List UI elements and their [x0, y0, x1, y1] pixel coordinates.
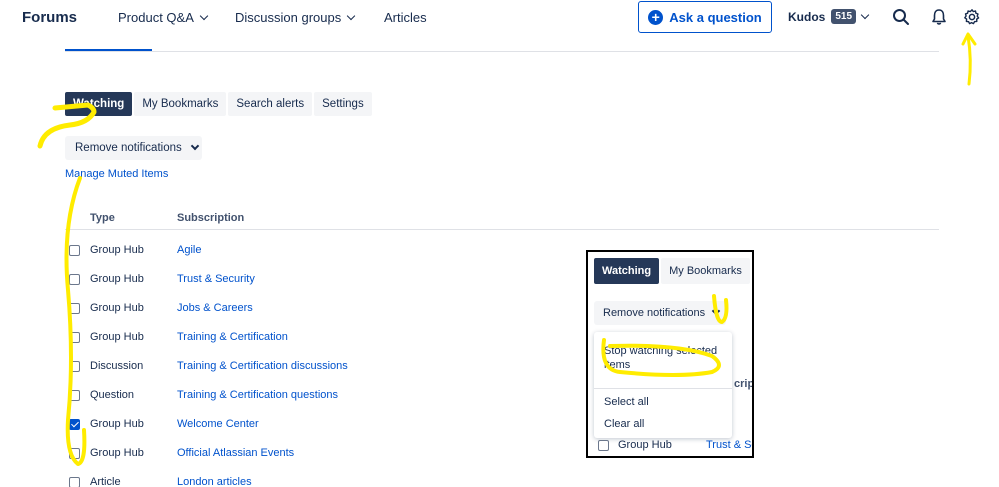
remove-notifications-dropdown[interactable]: Remove notifications	[65, 136, 202, 160]
gear-icon[interactable]	[963, 8, 981, 26]
row-checkbox[interactable]	[69, 303, 80, 314]
row-type: Group Hub	[90, 331, 144, 343]
table-row: Group Hub Agile	[65, 242, 565, 262]
row-subscription-link[interactable]: Training & Certification questions	[177, 389, 338, 401]
nav-discussion-groups-label: Discussion groups	[235, 10, 342, 25]
table-row: Discussion Training & Certification discu…	[65, 358, 565, 378]
menu-stop-watching-line2: items	[604, 359, 631, 371]
row-type: Group Hub	[90, 418, 144, 430]
inset-tab-my-bookmarks[interactable]: My Bookmarks	[661, 258, 750, 284]
plus-icon: +	[648, 9, 664, 25]
column-header-type: Type	[90, 212, 115, 224]
row-subscription-link[interactable]: London articles	[177, 476, 252, 487]
inset-row-subscription-link[interactable]: Trust & Se	[706, 439, 752, 451]
chevron-down-icon	[711, 306, 721, 316]
nav-product-qa-label: Product Q&A	[118, 10, 194, 25]
tab-my-bookmarks[interactable]: My Bookmarks	[134, 92, 227, 116]
kudos-label: Kudos	[788, 9, 826, 24]
search-icon[interactable]	[892, 8, 910, 26]
header-divider	[65, 51, 939, 52]
row-checkbox[interactable]	[69, 361, 80, 372]
bell-icon[interactable]	[930, 8, 948, 26]
row-subscription-link[interactable]: Agile	[177, 244, 201, 256]
menu-divider	[594, 388, 732, 389]
row-type: Article	[90, 476, 121, 487]
row-type: Group Hub	[90, 447, 144, 459]
row-checkbox[interactable]	[69, 245, 80, 256]
row-subscription-link[interactable]: Training & Certification discussions	[177, 360, 348, 372]
inset-table-row: Group Hub Trust & Se	[596, 438, 752, 454]
table-row: Group Hub Jobs & Careers	[65, 300, 565, 320]
table-row: Group Hub Trust & Security	[65, 271, 565, 291]
inset-partial-header: cript	[734, 378, 754, 390]
row-type: Question	[90, 389, 135, 401]
menu-clear-all[interactable]: Clear all	[604, 417, 644, 431]
table-row: Article London articles	[65, 474, 565, 487]
manage-muted-items-link[interactable]: Manage Muted Items	[65, 168, 168, 180]
row-checkbox[interactable]	[69, 419, 80, 430]
row-type: Discussion	[90, 360, 144, 372]
inset-row-type: Group Hub	[618, 439, 672, 451]
remove-notifications-menu: Stop watching selected items Select all …	[594, 332, 732, 438]
ask-question-label: Ask a question	[669, 9, 762, 25]
tab-search-alerts[interactable]: Search alerts	[228, 92, 313, 116]
table-row: Group Hub Welcome Center	[65, 416, 565, 436]
inset-dropdown-screenshot: Watching My Bookmarks Remove notificatio…	[586, 250, 754, 458]
row-type: Group Hub	[90, 273, 144, 285]
column-header-subscription: Subscription	[177, 212, 245, 224]
table-row: Group Hub Official Atlassian Events	[65, 445, 565, 465]
inset-row-checkbox[interactable]	[598, 440, 609, 451]
top-navigation: Forums Product Q&A Discussion groups Art…	[0, 0, 999, 36]
table-row: Group Hub Training & Certification	[65, 329, 565, 349]
chevron-down-icon	[346, 11, 356, 21]
table-row: Question Training & Certification questio…	[65, 387, 565, 407]
subscription-tabs: Watching My Bookmarks Search alerts Sett…	[65, 92, 372, 116]
row-subscription-link[interactable]: Jobs & Careers	[177, 302, 253, 314]
kudos-menu[interactable]: Kudos 515	[788, 9, 870, 24]
table-header-divider	[65, 229, 939, 230]
kudos-count-badge: 515	[831, 9, 857, 24]
nav-discussion-groups[interactable]: Discussion groups	[235, 10, 356, 25]
row-subscription-link[interactable]: Welcome Center	[177, 418, 259, 430]
annotation-gear-arrow-shaft	[966, 34, 972, 86]
row-checkbox[interactable]	[69, 332, 80, 343]
row-type: Group Hub	[90, 244, 144, 256]
menu-stop-watching-selected[interactable]: Stop watching selected items	[604, 344, 717, 372]
nav-articles-label: Articles	[384, 10, 427, 25]
row-type: Group Hub	[90, 302, 144, 314]
row-checkbox[interactable]	[69, 477, 80, 487]
tab-settings[interactable]: Settings	[314, 92, 372, 116]
row-subscription-link[interactable]: Trust & Security	[177, 273, 255, 285]
ask-question-button[interactable]: + Ask a question	[638, 1, 772, 33]
chevron-down-icon	[190, 141, 199, 151]
nav-product-qa[interactable]: Product Q&A	[118, 10, 209, 25]
inset-tabs: Watching My Bookmarks	[594, 258, 750, 284]
menu-select-all[interactable]: Select all	[604, 395, 649, 409]
inset-tab-watching[interactable]: Watching	[594, 258, 660, 284]
row-checkbox[interactable]	[69, 448, 80, 459]
row-subscription-link[interactable]: Training & Certification	[177, 331, 288, 343]
nav-articles[interactable]: Articles	[384, 10, 427, 25]
row-subscription-link[interactable]: Official Atlassian Events	[177, 447, 294, 459]
inset-remove-notifications-label: Remove notifications	[603, 307, 706, 319]
row-checkbox[interactable]	[69, 274, 80, 285]
tab-watching[interactable]: Watching	[65, 92, 133, 116]
chevron-down-icon	[860, 10, 870, 20]
inset-remove-notifications-dropdown[interactable]: Remove notifications	[594, 301, 726, 325]
row-checkbox[interactable]	[69, 390, 80, 401]
chevron-down-icon	[199, 11, 209, 21]
brand-title[interactable]: Forums	[22, 9, 77, 26]
menu-stop-watching-line1: Stop watching selected	[604, 345, 718, 357]
remove-notifications-label: Remove notifications	[75, 142, 182, 154]
